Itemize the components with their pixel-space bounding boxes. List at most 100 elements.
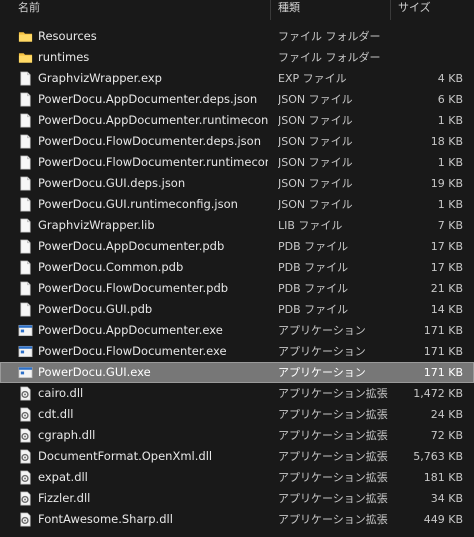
file-type: JSON ファイル xyxy=(278,177,353,190)
file-size: 6 KB xyxy=(437,93,463,106)
file-row[interactable]: GraphvizWrapper.lib LIB ファイル 7 KB xyxy=(0,215,474,236)
file-type: アプリケーション拡張 xyxy=(278,492,388,505)
file-size: 1 KB xyxy=(437,114,463,127)
dll-gear-icon xyxy=(18,491,33,506)
file-row[interactable]: cdt.dll アプリケーション拡張 24 KB xyxy=(0,404,474,425)
file-explorer-list: 名前 種類 サイズ Resources ファイル フォルダー runtimes ファイ… xyxy=(0,0,474,537)
file-row[interactable]: FontAwesome.Sharp.dll アプリケーション拡張 449 KB xyxy=(0,509,474,530)
dll-gear-icon xyxy=(18,512,33,527)
file-row[interactable]: PowerDocu.GUI.deps.json JSON ファイル 19 KB xyxy=(0,173,474,194)
file-row[interactable]: PowerDocu.AppDocumenter.deps.json JSON ファ… xyxy=(0,89,474,110)
file-name: Fizzler.dll xyxy=(38,491,91,505)
file-type: JSON ファイル xyxy=(278,135,353,148)
document-icon xyxy=(18,281,33,296)
file-name: PowerDocu.GUI.exe xyxy=(38,365,151,379)
dll-gear-icon xyxy=(18,428,33,443)
column-header-type[interactable]: 種類 xyxy=(272,0,390,20)
file-name: cgraph.dll xyxy=(38,428,96,442)
file-size: 5,763 KB xyxy=(413,450,463,463)
document-icon xyxy=(18,134,33,149)
file-row[interactable]: PowerDocu.FlowDocumenter.deps.json JSON フ… xyxy=(0,131,474,152)
file-row[interactable]: PowerDocu.FlowDocumenter.pdb PDB ファイル 21 K… xyxy=(0,278,474,299)
file-row-selected[interactable]: PowerDocu.GUI.exe アプリケーション 171 KB xyxy=(0,362,474,383)
file-row[interactable]: PowerDocu.Common.pdb PDB ファイル 17 KB xyxy=(0,257,474,278)
file-size: 17 KB xyxy=(430,261,463,274)
document-icon xyxy=(18,92,33,107)
file-type: PDB ファイル xyxy=(278,240,349,253)
file-row[interactable]: Fizzler.dll アプリケーション拡張 34 KB xyxy=(0,488,474,509)
file-name: DocumentFormat.OpenXml.dll xyxy=(38,449,213,463)
file-type: ファイル フォルダー xyxy=(278,51,381,64)
file-size: 181 KB xyxy=(423,471,463,484)
file-row[interactable]: expat.dll アプリケーション拡張 181 KB xyxy=(0,467,474,488)
file-row[interactable]: PowerDocu.AppDocumenter.exe アプリケーション 171 K… xyxy=(0,320,474,341)
file-type: LIB ファイル xyxy=(278,219,343,232)
file-row[interactable]: PowerDocu.GUI.runtimeconfig.json JSON ファイ… xyxy=(0,194,474,215)
application-icon xyxy=(18,365,33,380)
file-size: 18 KB xyxy=(430,135,463,148)
file-type: PDB ファイル xyxy=(278,303,349,316)
file-row[interactable]: cairo.dll アプリケーション拡張 1,472 KB xyxy=(0,383,474,404)
file-size: 17 KB xyxy=(430,240,463,253)
file-row[interactable]: PowerDocu.AppDocumenter.runtimecon... JSO… xyxy=(0,110,474,131)
file-type: PDB ファイル xyxy=(278,261,349,274)
file-size: 14 KB xyxy=(430,303,463,316)
column-divider[interactable] xyxy=(270,0,271,20)
file-type: PDB ファイル xyxy=(278,282,349,295)
file-size: 7 KB xyxy=(437,219,463,232)
file-type: ファイル フォルダー xyxy=(278,30,381,43)
file-list: Resources ファイル フォルダー runtimes ファイル フォルダー Gra… xyxy=(0,26,474,530)
file-size: 171 KB xyxy=(423,345,463,358)
file-size: 21 KB xyxy=(430,282,463,295)
document-icon xyxy=(18,239,33,254)
document-icon xyxy=(18,71,33,86)
column-header-name[interactable]: 名前 xyxy=(12,0,270,20)
file-size: 19 KB xyxy=(430,177,463,190)
file-name: PowerDocu.GUI.deps.json xyxy=(38,176,186,190)
file-name: GraphvizWrapper.lib xyxy=(38,218,155,232)
file-row[interactable]: cgraph.dll アプリケーション拡張 72 KB xyxy=(0,425,474,446)
column-header-size[interactable]: サイズ xyxy=(392,0,474,20)
file-type: アプリケーション拡張 xyxy=(278,513,388,526)
file-type: EXP ファイル xyxy=(278,72,347,85)
file-size: 171 KB xyxy=(423,366,463,379)
file-name: Resources xyxy=(38,29,97,43)
file-name: PowerDocu.GUI.pdb xyxy=(38,302,153,316)
file-type: アプリケーション xyxy=(278,366,366,379)
file-name: runtimes xyxy=(38,50,90,64)
file-name: PowerDocu.AppDocumenter.deps.json xyxy=(38,92,258,106)
file-type: アプリケーション拡張 xyxy=(278,387,388,400)
file-row[interactable]: PowerDocu.FlowDocumenter.exe アプリケーション 171 … xyxy=(0,341,474,362)
file-size: 1,472 KB xyxy=(413,387,463,400)
column-divider[interactable] xyxy=(390,0,391,20)
file-type: JSON ファイル xyxy=(278,114,353,127)
document-icon xyxy=(18,218,33,233)
file-name: cdt.dll xyxy=(38,407,74,421)
document-icon xyxy=(18,260,33,275)
file-name: expat.dll xyxy=(38,470,88,484)
file-row[interactable]: GraphvizWrapper.exp EXP ファイル 4 KB xyxy=(0,68,474,89)
column-header-bar: 名前 種類 サイズ xyxy=(0,0,474,20)
file-size: 449 KB xyxy=(423,513,463,526)
dll-gear-icon xyxy=(18,386,33,401)
dll-gear-icon xyxy=(18,407,33,422)
file-row[interactable]: runtimes ファイル フォルダー xyxy=(0,47,474,68)
file-size: 24 KB xyxy=(430,408,463,421)
file-row[interactable]: Resources ファイル フォルダー xyxy=(0,26,474,47)
document-icon xyxy=(18,113,33,128)
file-name: PowerDocu.FlowDocumenter.runtimecon... xyxy=(38,155,268,169)
file-type: JSON ファイル xyxy=(278,198,353,211)
file-row[interactable]: PowerDocu.GUI.pdb PDB ファイル 14 KB xyxy=(0,299,474,320)
file-row[interactable]: PowerDocu.AppDocumenter.pdb PDB ファイル 17 KB xyxy=(0,236,474,257)
file-size: 1 KB xyxy=(437,198,463,211)
file-size: 171 KB xyxy=(423,324,463,337)
file-row[interactable]: DocumentFormat.OpenXml.dll アプリケーション拡張 5,76… xyxy=(0,446,474,467)
file-type: アプリケーション xyxy=(278,345,366,358)
file-name: FontAwesome.Sharp.dll xyxy=(38,512,173,526)
folder-icon xyxy=(18,50,33,65)
file-name: PowerDocu.AppDocumenter.exe xyxy=(38,323,223,337)
file-name: cairo.dll xyxy=(38,386,84,400)
file-name: PowerDocu.FlowDocumenter.deps.json xyxy=(38,134,261,148)
file-row[interactable]: PowerDocu.FlowDocumenter.runtimecon... JS… xyxy=(0,152,474,173)
file-size: 72 KB xyxy=(430,429,463,442)
